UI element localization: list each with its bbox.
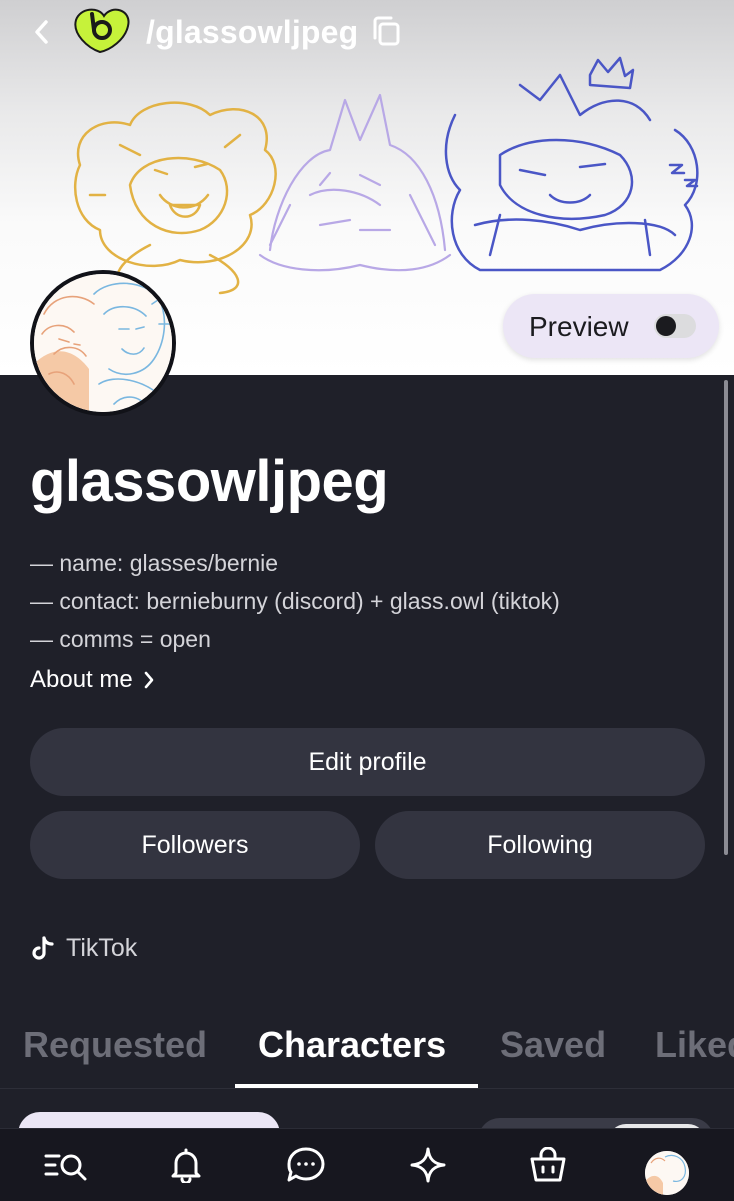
app-logo	[70, 6, 134, 56]
sparkle-icon[interactable]	[404, 1143, 452, 1187]
banner-artwork	[73, 56, 699, 295]
preview-label: Preview	[529, 311, 629, 342]
scrollbar[interactable]	[724, 380, 728, 855]
toggle-knob	[656, 316, 676, 336]
top-bar: /glassowljpeg	[0, 0, 734, 68]
copy-icon[interactable]	[370, 14, 402, 48]
chat-icon[interactable]	[282, 1143, 330, 1187]
chevron-right-icon	[144, 671, 154, 689]
tab-characters[interactable]: Characters	[258, 1024, 446, 1066]
followers-button[interactable]: Followers	[30, 811, 360, 879]
bell-icon[interactable]	[162, 1143, 210, 1187]
browse-icon[interactable]	[42, 1143, 90, 1187]
profile-avatar[interactable]	[645, 1151, 689, 1195]
divider	[0, 1088, 734, 1089]
toggle-switch[interactable]	[654, 314, 696, 338]
shop-bag-icon[interactable]	[524, 1143, 572, 1187]
preview-toggle[interactable]: Preview	[503, 294, 719, 358]
tab-saved[interactable]: Saved	[500, 1024, 606, 1066]
bio-line: — comms = open	[30, 626, 211, 652]
tab-liked[interactable]: Liked	[655, 1024, 734, 1066]
about-me-link[interactable]: About me	[30, 666, 155, 694]
profile-tabs: Requested Characters Saved Liked	[0, 1010, 734, 1090]
chevron-left-icon[interactable]	[28, 14, 56, 50]
edit-profile-button[interactable]: Edit profile	[30, 728, 705, 796]
bio-line: — name: glasses/bernie	[30, 550, 279, 576]
bottom-navbar	[0, 1128, 734, 1201]
tab-requested[interactable]: Requested	[23, 1024, 207, 1066]
tiktok-icon	[32, 935, 54, 960]
tiktok-label: TikTok	[66, 934, 138, 962]
bio-line: — contact: bernieburny (discord) + glass…	[30, 588, 560, 614]
avatar[interactable]	[30, 270, 176, 416]
following-button[interactable]: Following	[375, 811, 705, 879]
profile-bio: — name: glasses/bernie — contact: bernie…	[30, 544, 560, 658]
tiktok-link[interactable]: TikTok	[32, 934, 137, 963]
profile-handle: /glassowljpeg	[146, 14, 359, 50]
about-me-label: About me	[30, 666, 133, 693]
profile-username: glassowljpeg	[30, 449, 389, 514]
